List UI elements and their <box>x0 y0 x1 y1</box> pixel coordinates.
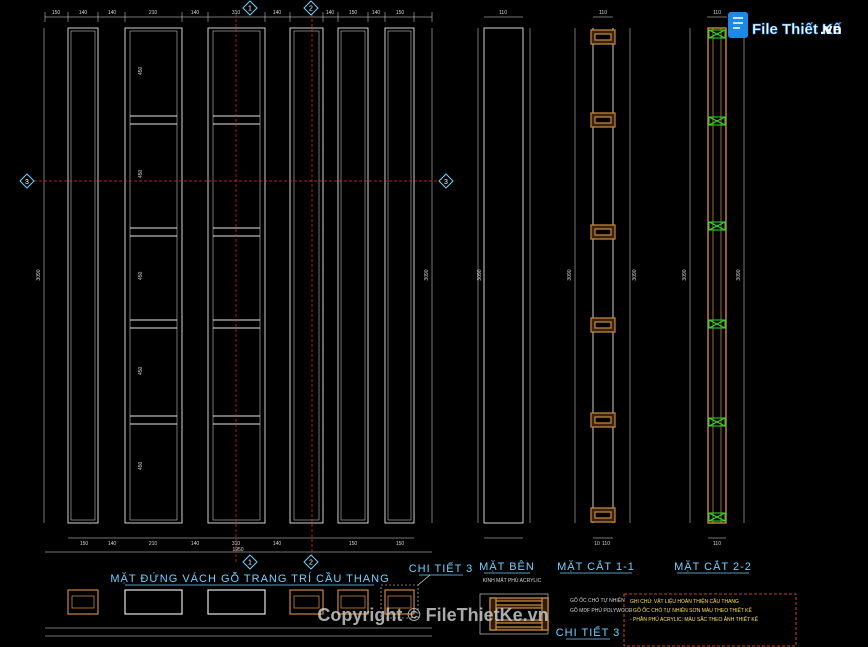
grid-marker-3-right: 3 <box>438 173 454 189</box>
svg-text:140: 140 <box>108 10 117 16</box>
section-1-height-left: 3090 <box>567 269 573 280</box>
title-side-view: MẶT BÊN <box>479 560 535 573</box>
svg-text:450: 450 <box>138 66 144 75</box>
svg-text:140: 140 <box>191 10 200 16</box>
svg-text:3: 3 <box>444 179 448 186</box>
title-detail-3-top: CHI TIẾT 3 <box>409 562 474 575</box>
detail-material-line-1: GỖ ỐC CHÓ TỰ NHIÊN <box>570 596 625 604</box>
svg-text:1: 1 <box>248 560 252 567</box>
svg-text:150: 150 <box>396 10 405 16</box>
svg-text:450: 450 <box>138 366 144 375</box>
svg-text:140: 140 <box>79 10 88 16</box>
svg-text:450: 450 <box>138 271 144 280</box>
notes-line-1: - GỖ ỐC CHÓ TỰ NHIÊN SƠN MÀU THEO THIẾT … <box>630 606 752 614</box>
svg-text:150: 150 <box>80 541 89 547</box>
detail-material-line-2: GỖ MDF PHỦ POLYWOOD <box>570 607 633 614</box>
grid-marker-3-left: 3 <box>19 173 35 189</box>
section-1-width-label: 110 <box>599 10 607 16</box>
svg-text:1950: 1950 <box>232 547 243 553</box>
title-front-elevation: MẶT ĐỨNG VÁCH GỖ TRANG TRÍ CẦU THANG <box>110 572 389 585</box>
watermark-text: Copyright © FileThietKe.vn <box>317 605 548 625</box>
svg-text:150: 150 <box>396 541 405 547</box>
svg-text:3: 3 <box>25 179 29 186</box>
cad-drawing-canvas: 1 2 3 3 1 2 150 140 140 210 140 310 140 … <box>19 0 842 647</box>
svg-text:140: 140 <box>273 10 282 16</box>
grid-marker-1-bottom: 1 <box>242 554 258 570</box>
svg-text:2: 2 <box>309 560 313 567</box>
grid-marker-2-top: 2 <box>303 0 319 16</box>
detail-glass-label: KÍNH MẶT PHỦ ACRYLIC <box>483 577 542 584</box>
svg-text:1: 1 <box>248 6 252 13</box>
notes-box: GHI CHÚ: VẬT LIỆU HOÀN THIỆN CẦU THANG -… <box>623 593 797 647</box>
section-1-bottom-dims: 10 110 <box>594 541 610 547</box>
svg-text:150: 150 <box>349 541 358 547</box>
svg-text:140: 140 <box>191 541 200 547</box>
svg-text:140: 140 <box>108 541 117 547</box>
post-bay-labels: 450 450 450 450 450 <box>138 66 144 470</box>
section-1-1-wood-blocks <box>590 29 616 523</box>
title-section-1-1: MẶT CẮT 1-1 <box>557 560 635 573</box>
section-2-width-label: 110 <box>713 10 721 16</box>
right-height-label: 3090 <box>424 269 430 280</box>
svg-text:450: 450 <box>138 169 144 178</box>
file-icon <box>728 12 748 38</box>
title-section-2-2: MẶT CẮT 2-2 <box>674 560 752 573</box>
svg-text:140: 140 <box>326 10 335 16</box>
svg-text:140: 140 <box>372 10 381 16</box>
logo: File Thiết Kế .vn <box>728 12 842 38</box>
side-width-label: 110 <box>499 10 507 16</box>
section-2-bottom-dim: 110 <box>713 541 721 547</box>
section-2-height-left: 3090 <box>682 269 688 280</box>
svg-text:140: 140 <box>273 541 282 547</box>
side-height-label: 3090 <box>477 269 483 280</box>
section-1-height-right: 3090 <box>632 269 638 280</box>
svg-text:2: 2 <box>309 6 313 13</box>
svg-text:310: 310 <box>232 10 241 16</box>
bottom-dimension-labels: 150 140 210 140 310 140 150 150 1950 <box>80 541 405 553</box>
section-2-2-green-blocks <box>708 29 726 522</box>
section-2-height-right: 3090 <box>736 269 742 280</box>
notes-heading: GHI CHÚ: VẬT LIỆU HOÀN THIỆN CẦU THANG <box>630 597 739 605</box>
svg-text:450: 450 <box>138 461 144 470</box>
svg-text:10: 10 <box>594 541 600 547</box>
svg-text:150: 150 <box>349 10 358 16</box>
left-height-label: 3090 <box>36 269 42 280</box>
svg-text:110: 110 <box>602 541 610 547</box>
title-detail-3-bottom: CHI TIẾT 3 <box>556 626 621 639</box>
front-elevation <box>43 12 433 553</box>
side-view <box>477 16 531 539</box>
section-1-1 <box>574 16 631 539</box>
grid-marker-2-bottom: 2 <box>303 554 319 570</box>
notes-line-2: - PHẦN PHỦ ACRYLIC: MÀU SẮC THEO ẢNH THI… <box>630 615 759 623</box>
logo-suffix: .vn <box>820 21 842 38</box>
svg-text:210: 210 <box>149 10 158 16</box>
svg-text:210: 210 <box>149 541 158 547</box>
grid-marker-1-top: 1 <box>242 0 258 16</box>
svg-text:150: 150 <box>52 10 61 16</box>
top-dimension-labels: 150 140 140 210 140 310 140 140 150 140 … <box>52 10 405 16</box>
